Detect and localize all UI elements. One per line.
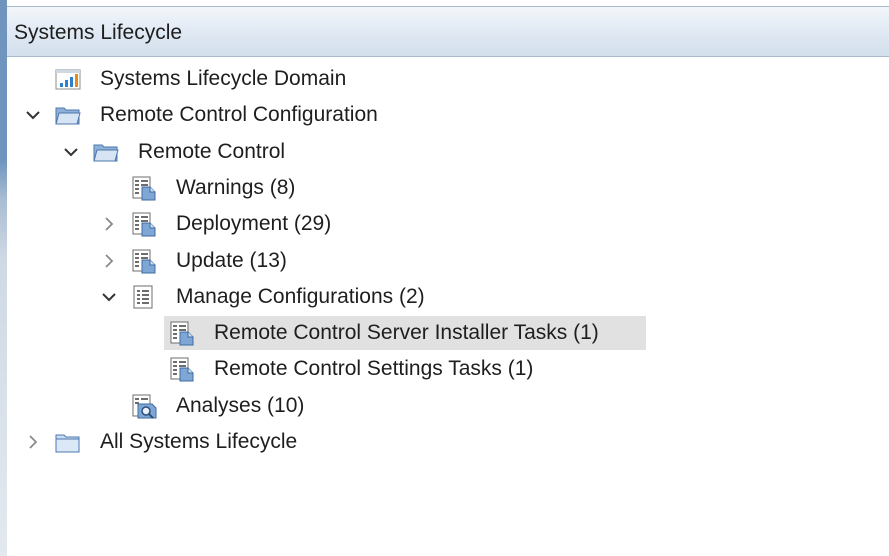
tree-item-analyses[interactable]: Analyses (10): [7, 389, 889, 423]
tree-item-label: Warnings (8): [176, 175, 296, 199]
tree-item-label: Remote Control Server Installer Tasks (1…: [214, 321, 599, 345]
folder-open-icon: [54, 101, 82, 129]
tree-item-label: Systems Lifecycle Domain: [100, 67, 347, 90]
tree-item-systems-lifecycle-domain[interactable]: Systems Lifecycle Domain: [7, 62, 889, 96]
tree-item-label: Deployment (29): [176, 212, 332, 236]
tree-item-label: Remote Control Settings Tasks (1): [214, 357, 534, 381]
navigation-tree: Systems Lifecycle Domain Remote Control …: [7, 62, 889, 556]
tree-item-label: Manage Configurations (2): [176, 284, 425, 308]
panel-header: Systems Lifecycle: [7, 6, 889, 57]
chevron-down-icon[interactable]: [23, 105, 43, 125]
panel-title: Systems Lifecycle: [14, 21, 183, 44]
report-icon: [130, 247, 158, 275]
tree-item-label: Remote Control Configuration: [100, 103, 378, 127]
chevron-right-icon[interactable]: [23, 432, 43, 452]
tree-item-remote-control[interactable]: Remote Control: [7, 135, 889, 169]
domain-chart-icon: [54, 65, 82, 93]
report-icon: [130, 210, 158, 238]
report-icon: [130, 174, 158, 202]
window-left-edge: [0, 0, 7, 556]
tree-item-remote-control-configuration[interactable]: Remote Control Configuration: [7, 98, 889, 132]
report-icon: [168, 319, 196, 347]
analysis-icon: [130, 392, 158, 420]
tree-item-manage-configurations[interactable]: Manage Configurations (2): [7, 280, 889, 314]
tree-item-label: All Systems Lifecycle: [100, 430, 298, 453]
tree-item-label: Update (13): [176, 248, 287, 272]
chevron-right-icon[interactable]: [99, 214, 119, 234]
chevron-down-icon[interactable]: [61, 142, 81, 162]
tree-item-update[interactable]: Update (13): [7, 244, 889, 278]
folder-closed-icon: [54, 428, 82, 456]
folder-open-icon: [92, 138, 120, 166]
chevron-down-icon[interactable]: [99, 287, 119, 307]
tree-item-remote-control-server-installer-tasks[interactable]: Remote Control Server Installer Tasks (1…: [7, 316, 889, 351]
report-icon: [168, 355, 196, 383]
chevron-right-icon[interactable]: [99, 251, 119, 271]
tree-item-all-systems-lifecycle[interactable]: All Systems Lifecycle: [7, 425, 889, 459]
tree-item-label: Analyses (10): [176, 393, 305, 417]
tree-item-warnings[interactable]: Warnings (8): [7, 171, 889, 205]
tree-item-remote-control-settings-tasks[interactable]: Remote Control Settings Tasks (1): [7, 352, 889, 386]
systems-lifecycle-panel: Systems Lifecycle Systems Lifecycle Doma…: [0, 0, 889, 556]
tree-item-label: Remote Control: [138, 139, 286, 163]
list-icon: [130, 283, 158, 311]
tree-item-deployment[interactable]: Deployment (29): [7, 207, 889, 241]
